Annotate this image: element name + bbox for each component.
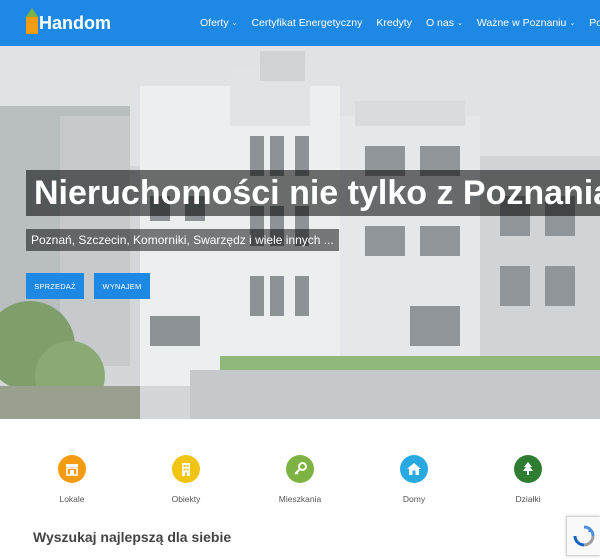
chevron-down-icon: ⌄ — [231, 20, 238, 27]
category-obiekty[interactable]: Obiekty — [146, 455, 226, 504]
top-navbar: Handom Oferty ⌄ Certyfikat Energetyczny … — [0, 0, 600, 46]
property-categories: Lokale Obiekty Mieszkania Domy Działki — [0, 440, 600, 520]
nav-item-label: Kredyty — [376, 17, 412, 29]
brand-logo[interactable]: Handom — [26, 8, 111, 38]
chevron-down-icon: ⌄ — [569, 20, 576, 27]
nav-item-label: Oferty — [200, 17, 229, 29]
hero-subtitle-box: Poznań, Szczecin, Komorniki, Swarzędz i … — [26, 229, 339, 251]
category-dzialki[interactable]: Działki — [488, 455, 568, 504]
category-domy[interactable]: Domy — [374, 455, 454, 504]
category-label: Lokale — [59, 494, 85, 504]
nav-item-label: Certyfikat Energetyczny — [251, 17, 363, 29]
rent-button[interactable]: WYNAJEM — [94, 273, 150, 299]
brand-name: Handom — [39, 13, 111, 33]
recaptcha-badge[interactable] — [566, 516, 600, 556]
nav-item-power[interactable]: Power — [589, 17, 600, 29]
shop-icon — [58, 455, 86, 483]
hero-subtitle: Poznań, Szczecin, Komorniki, Swarzędz i … — [31, 233, 334, 247]
search-heading: Wyszukaj najlepszą dla siebie — [33, 529, 232, 545]
main-nav: Oferty ⌄ Certyfikat Energetyczny Kredyty… — [200, 0, 600, 46]
nav-item-label: Power — [589, 17, 600, 29]
key-icon — [286, 455, 314, 483]
nav-item-label: Ważne w Poznaniu — [476, 17, 567, 29]
house-icon — [400, 455, 428, 483]
category-label: Działki — [515, 494, 541, 504]
hero-title-box: Nieruchomości nie tylko z Poznania! — [26, 170, 600, 216]
recaptcha-icon — [573, 525, 594, 547]
building-icon — [172, 455, 200, 483]
house-logo-icon — [26, 8, 38, 36]
sell-button[interactable]: SPRZEDAŻ — [26, 273, 84, 299]
category-mieszkania[interactable]: Mieszkania — [260, 455, 340, 504]
category-lokale[interactable]: Lokale — [32, 455, 112, 504]
nav-item-oferty[interactable]: Oferty ⌄ — [200, 17, 237, 29]
hero-banner: Nieruchomości nie tylko z Poznania! Pozn… — [0, 46, 600, 419]
chevron-down-icon: ⌄ — [456, 20, 463, 27]
nav-item-wazne[interactable]: Ważne w Poznaniu ⌄ — [477, 17, 575, 29]
nav-item-certyfikat[interactable]: Certyfikat Energetyczny — [251, 17, 362, 29]
nav-item-kredyty[interactable]: Kredyty — [376, 17, 412, 29]
category-label: Obiekty — [171, 494, 201, 504]
nav-item-o-nas[interactable]: O nas ⌄ — [426, 17, 463, 29]
category-label: Mieszkania — [278, 494, 322, 504]
category-label: Domy — [402, 494, 426, 504]
hero-title: Nieruchomości nie tylko z Poznania! — [34, 174, 600, 212]
nav-item-label: O nas — [425, 17, 454, 29]
tree-icon — [514, 455, 542, 483]
